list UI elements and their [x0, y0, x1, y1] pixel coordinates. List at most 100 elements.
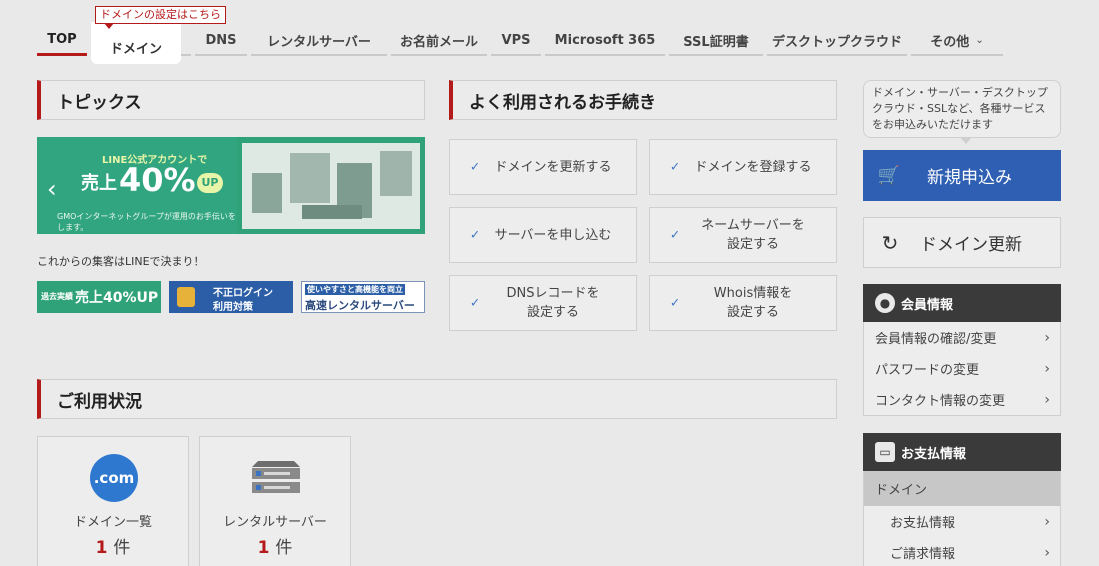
domain-renew-button[interactable]: ↻ ドメイン更新: [863, 217, 1061, 268]
global-nav: TOP ドメイン DNS レンタルサーバー お名前メール VPS Microso…: [37, 26, 1061, 56]
mini-banner-text: 高速レンタルサーバー: [305, 299, 415, 312]
member-info-header: ● 会員情報: [863, 284, 1061, 322]
section-heading-procedures: よく利用されるお手続き: [449, 80, 837, 120]
cart-icon: 🛒: [877, 165, 901, 186]
heading-text: ご利用状況: [57, 391, 142, 412]
chevron-right-icon: ›: [1044, 329, 1050, 346]
button-label: ドメイン更新: [920, 235, 1022, 255]
banner-sales: 売上: [81, 173, 117, 194]
nav-tab-onamae-mail[interactable]: お名前メール: [391, 26, 487, 56]
nav-label: TOP: [47, 32, 77, 47]
section-heading-usage: ご利用状況: [37, 379, 837, 419]
proc-label: DNSレコードを: [506, 286, 600, 301]
nav-label: VPS: [501, 32, 531, 48]
nav-tab-vps[interactable]: VPS: [491, 26, 541, 56]
nav-tab-others[interactable]: その他 ⌄: [911, 26, 1003, 56]
banner-note: GMOインターネットグループが運用のお手伝いをします。: [57, 212, 236, 232]
nav-tab-top[interactable]: TOP: [37, 26, 87, 56]
nav-label: DNS: [205, 32, 237, 48]
check-icon: ✓: [470, 159, 481, 174]
panel-title: 会員情報: [901, 297, 954, 313]
card-label: レンタルサーバー: [223, 515, 327, 530]
chevron-right-icon: ›: [1044, 360, 1050, 377]
section-label: ドメイン: [875, 483, 928, 498]
server-icon: [252, 461, 300, 493]
proc-label-2: 設定する: [726, 305, 779, 320]
nav-tab-ssl[interactable]: SSL証明書: [669, 26, 763, 56]
link-label: 会員情報の確認/変更: [875, 332, 997, 347]
mini-banner-label: 過去実績: [41, 292, 73, 301]
nav-tab-dns[interactable]: DNS: [195, 26, 247, 56]
mini-banner-sales-up[interactable]: 過去実績 売上40%UP: [37, 281, 161, 313]
proc-label: Whois情報を: [713, 286, 793, 301]
payment-info-header: ▭ お支払情報: [863, 433, 1061, 471]
services-info-bubble: ドメイン・サーバー・デスクトップクラウド・SSLなど、各種サービスをお申込みいた…: [863, 80, 1061, 144]
link-label: お支払情報: [890, 516, 956, 531]
card-label: ドメイン一覧: [73, 515, 152, 530]
lock-icon: [177, 287, 195, 307]
nav-label: レンタルサーバー: [267, 34, 371, 50]
banner-text-area: ‹ LINE公式アカウントで 売上 40% UP GMOインターネットグループが…: [37, 137, 237, 234]
nav-tab-rental-server[interactable]: レンタルサーバー: [251, 26, 387, 56]
card-count: 1件: [200, 533, 350, 558]
payment-link-payment-info[interactable]: お支払情報 ›: [864, 506, 1060, 537]
nav-label: Microsoft 365: [554, 32, 656, 48]
section-heading-topics: トピックス: [37, 80, 425, 120]
payment-card-icon: ▭: [875, 442, 895, 462]
line-banner[interactable]: ‹ LINE公式アカウントで 売上 40% UP GMOインターネットグループが…: [37, 137, 425, 234]
dotcom-icon-text: .com: [93, 469, 135, 487]
proc-label-2: 設定する: [726, 237, 779, 252]
member-link-password[interactable]: パスワードの変更 ›: [864, 353, 1060, 384]
link-label: パスワードの変更: [875, 363, 980, 378]
usage-card-rental-server[interactable]: レンタルサーバー 1件: [199, 436, 351, 566]
proc-renew-domain[interactable]: ✓ ドメインを更新する: [449, 139, 637, 195]
nav-label: デスクトップクラウド: [771, 34, 902, 50]
payment-link-billing-info[interactable]: ご請求情報 ›: [864, 537, 1060, 566]
chevron-left-icon[interactable]: ‹: [47, 175, 57, 203]
count-unit: 件: [113, 538, 131, 558]
user-icon: ●: [875, 293, 895, 313]
member-link-contact[interactable]: コンタクト情報の変更 ›: [864, 384, 1060, 415]
count-unit: 件: [275, 538, 293, 558]
nav-tab-desktop-cloud[interactable]: デスクトップクラウド: [767, 26, 907, 56]
mini-banner-login-security[interactable]: 不正ログイン 利用対策: [169, 281, 293, 313]
usage-card-domain[interactable]: .com ドメイン一覧 1件: [37, 436, 189, 566]
panel-title: お支払情報: [901, 446, 967, 462]
mini-banner-text: 売上40%UP: [75, 290, 159, 306]
banner-up-badge: UP: [197, 173, 223, 193]
mini-banner-text: 不正ログイン: [213, 288, 273, 299]
nav-label: お名前メール: [399, 34, 478, 50]
chevron-down-icon: ⌄: [975, 34, 984, 46]
proc-set-whois[interactable]: ✓ Whois情報を 設定する: [649, 275, 837, 331]
new-application-button[interactable]: 🛒 新規申込み: [863, 150, 1061, 201]
proc-set-nameserver[interactable]: ✓ ネームサーバーを 設定する: [649, 207, 837, 263]
chevron-right-icon: ›: [1044, 391, 1050, 408]
check-icon: ✓: [670, 159, 681, 174]
count-value: 1: [257, 538, 270, 558]
nav-tab-microsoft365[interactable]: Microsoft 365: [545, 26, 665, 56]
check-icon: ✓: [470, 227, 481, 242]
mini-banner-label: 使いやすさと高機能を両立: [305, 284, 405, 295]
domain-tooltip: ドメインの設定はこちら: [95, 6, 226, 29]
payment-info-list: ドメイン お支払情報 › ご請求情報 ›: [863, 471, 1061, 566]
member-link-confirm-change[interactable]: 会員情報の確認/変更 ›: [864, 322, 1060, 353]
member-info-list: 会員情報の確認/変更 › パスワードの変更 › コンタクト情報の変更 ›: [863, 322, 1061, 416]
nav-label: その他: [930, 34, 970, 50]
chevron-right-icon: ›: [1044, 513, 1050, 530]
payment-section-domain: ドメイン: [864, 471, 1060, 506]
proc-apply-server[interactable]: ✓ サーバーを申し込む: [449, 207, 637, 263]
proc-label: ネームサーバーを: [701, 218, 805, 233]
check-icon: ✓: [470, 295, 481, 310]
link-label: ご請求情報: [890, 547, 956, 562]
proc-set-dns-record[interactable]: ✓ DNSレコードを 設定する: [449, 275, 637, 331]
proc-label: ドメインを登録する: [694, 159, 812, 175]
page: TOP ドメイン DNS レンタルサーバー お名前メール VPS Microso…: [0, 0, 1099, 566]
banner-number: 40%: [119, 161, 196, 199]
count-value: 1: [95, 538, 108, 558]
mini-banner-rental-server[interactable]: 使いやすさと高機能を両立 高速レンタルサーバー: [301, 281, 425, 313]
chevron-right-icon: ›: [1044, 544, 1050, 561]
proc-register-domain[interactable]: ✓ ドメインを登録する: [649, 139, 837, 195]
card-count: 1件: [38, 533, 188, 558]
proc-label: ドメインを更新する: [494, 159, 612, 175]
link-label: コンタクト情報の変更: [875, 394, 1006, 409]
